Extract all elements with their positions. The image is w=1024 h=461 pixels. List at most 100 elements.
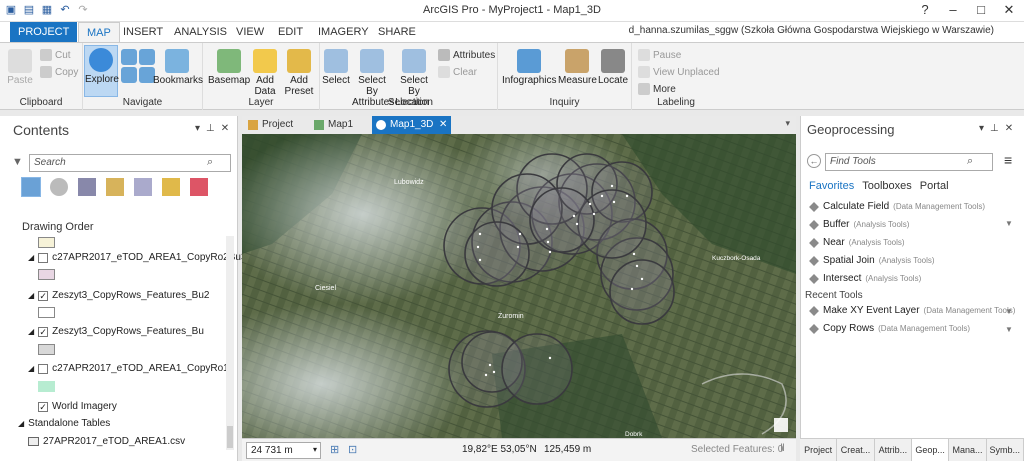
tool-item[interactable]: Calculate Field (Data Management Tools) <box>809 201 985 212</box>
tool-item[interactable]: Buffer (Analysis Tools) <box>809 219 909 230</box>
paste-button[interactable]: Paste <box>6 49 34 86</box>
close-icon[interactable]: ✕ <box>1005 123 1013 134</box>
tab-map1-3d[interactable]: Map1_3D ✕ <box>372 116 452 134</box>
buffer-circle[interactable] <box>609 259 675 325</box>
clear-button[interactable]: Clear <box>438 66 477 78</box>
selected-features-count[interactable]: Selected Features: 0 <box>691 444 783 455</box>
layer-checkbox[interactable] <box>38 252 49 263</box>
snapping-icon[interactable]: ⊡ <box>348 443 357 456</box>
point-feature[interactable] <box>625 194 629 198</box>
pane-menu-icon[interactable]: ▾ <box>979 123 984 134</box>
infographics-button[interactable]: Infographics <box>502 49 556 86</box>
point-feature[interactable] <box>476 245 480 249</box>
list-by-snapping-icon[interactable] <box>134 178 152 196</box>
point-feature[interactable] <box>516 245 520 249</box>
layer-item[interactable]: ◢ ✓ Zeszyt3_CopyRows_Features_Bu <box>28 326 204 337</box>
layer-checkbox[interactable]: ✓ <box>38 326 49 337</box>
close-tab-icon[interactable]: ✕ <box>439 116 447 134</box>
view-unplaced-button[interactable]: View Unplaced <box>638 66 720 78</box>
tab-imagery[interactable]: IMAGERY <box>310 22 377 42</box>
search-icon[interactable]: ⌕ <box>967 155 973 168</box>
scroll-arrow-icon[interactable]: ▼ <box>1005 219 1013 228</box>
back-icon[interactable]: ← <box>807 154 821 168</box>
tab-project[interactable]: PROJECT <box>10 22 78 42</box>
close-icon[interactable]: ✕ <box>998 2 1020 18</box>
tool-item[interactable]: Copy Rows (Data Management Tools) <box>809 323 970 334</box>
tab-view[interactable]: VIEW <box>228 22 272 42</box>
tab-attributes[interactable]: Attrib... <box>875 439 912 461</box>
filter-icon[interactable]: ▼ <box>12 156 23 168</box>
tab-share[interactable]: SHARE <box>370 22 424 42</box>
layer-item[interactable]: ◢ c27APR2017_eTOD_AREA1_CopyRo1 <box>28 363 229 374</box>
pause-button[interactable]: Pause <box>638 49 681 61</box>
scroll-arrow-icon[interactable]: ▼ <box>1005 325 1013 334</box>
more-button[interactable]: More <box>638 83 676 95</box>
tool-item[interactable]: Intersect (Analysis Tools) <box>809 273 921 284</box>
expand-arrow-icon[interactable]: ◢ <box>28 253 34 262</box>
tab-manage[interactable]: Mana... <box>949 439 987 461</box>
tab-insert[interactable]: INSERT <box>115 22 171 42</box>
tab-symbology[interactable]: Symb... <box>987 439 1024 461</box>
tab-project-view[interactable]: Project <box>244 116 297 134</box>
layer-item[interactable]: ✓ World Imagery <box>38 401 117 412</box>
map-view[interactable]: Lubowidz Ciesiel Żuromin Kuczbork-Osada … <box>242 134 796 438</box>
pause-drawing-icon[interactable]: Ⅱ <box>780 443 785 454</box>
explore-button[interactable]: Explore <box>84 45 119 97</box>
list-by-editing-icon[interactable] <box>106 178 124 196</box>
maximize-icon[interactable]: □ <box>970 2 992 18</box>
measure-button[interactable]: Measure <box>558 49 597 86</box>
pane-menu-icon[interactable]: ▾ <box>195 123 200 134</box>
tab-list-icon[interactable]: ▾ <box>785 118 790 129</box>
imagery-map[interactable]: Lubowidz Ciesiel Żuromin Kuczbork-Osada … <box>242 134 796 438</box>
select-button[interactable]: Select <box>322 49 350 86</box>
point-feature[interactable] <box>545 227 549 231</box>
close-icon[interactable]: ✕ <box>221 123 229 134</box>
tab-geoprocessing[interactable]: Geop... <box>911 439 950 461</box>
point-feature[interactable] <box>575 222 579 226</box>
layer-item[interactable]: ◢ c27APR2017_eTOD_AREA1_CopyRo2Bu3 <box>28 252 247 263</box>
add-data-button[interactable]: Add Data <box>250 49 280 97</box>
layer-item[interactable]: ◢ ✓ Zeszyt3_CopyRows_Features_Bu2 <box>28 290 209 301</box>
point-feature[interactable] <box>488 363 492 367</box>
layer-checkbox[interactable]: ✓ <box>38 290 49 301</box>
point-feature[interactable] <box>592 212 596 216</box>
locate-button[interactable]: Locate <box>597 49 629 86</box>
point-feature[interactable] <box>635 264 639 268</box>
point-feature[interactable] <box>478 258 482 262</box>
minimize-icon[interactable]: – <box>942 2 964 18</box>
list-by-labeling-icon[interactable] <box>162 178 180 196</box>
tool-item[interactable]: Spatial Join (Analysis Tools) <box>809 255 935 266</box>
list-by-drawing-order-icon[interactable] <box>21 177 41 197</box>
tab-map[interactable]: MAP <box>78 22 120 42</box>
expand-arrow-icon[interactable]: ◢ <box>18 419 24 428</box>
fixed-zoom-icon[interactable] <box>121 67 137 83</box>
point-feature[interactable] <box>640 277 644 281</box>
point-feature[interactable] <box>600 194 604 198</box>
full-extent-icon[interactable] <box>121 49 137 65</box>
tab-create-features[interactable]: Creat... <box>837 439 875 461</box>
point-feature[interactable] <box>492 370 496 374</box>
list-by-data-source-icon[interactable] <box>50 178 68 196</box>
buffer-circle[interactable] <box>464 221 530 287</box>
tab-favorites[interactable]: Favorites <box>809 180 854 192</box>
cut-button[interactable]: Cut <box>40 49 71 61</box>
tab-portal[interactable]: Portal <box>920 180 949 192</box>
point-feature[interactable] <box>548 250 552 254</box>
basemap-button[interactable]: Basemap <box>208 49 250 86</box>
point-feature[interactable] <box>610 184 614 188</box>
list-by-charts-icon[interactable] <box>190 178 208 196</box>
point-feature[interactable] <box>630 287 634 291</box>
buffer-circle[interactable] <box>501 333 573 405</box>
copy-button[interactable]: Copy <box>40 66 78 78</box>
tab-analysis[interactable]: ANALYSIS <box>166 22 235 42</box>
pin-icon[interactable]: ⊥ <box>206 123 215 134</box>
expand-arrow-icon[interactable]: ◢ <box>28 364 34 373</box>
comment-icon[interactable] <box>774 418 788 432</box>
scrollbar-thumb[interactable] <box>227 426 233 448</box>
expand-arrow-icon[interactable]: ◢ <box>28 291 34 300</box>
point-feature[interactable] <box>478 232 482 236</box>
help-icon[interactable]: ? <box>914 2 936 18</box>
add-preset-button[interactable]: Add Preset <box>281 49 317 97</box>
menu-icon[interactable]: ≡ <box>1004 152 1012 168</box>
layer-checkbox[interactable]: ✓ <box>38 401 48 412</box>
